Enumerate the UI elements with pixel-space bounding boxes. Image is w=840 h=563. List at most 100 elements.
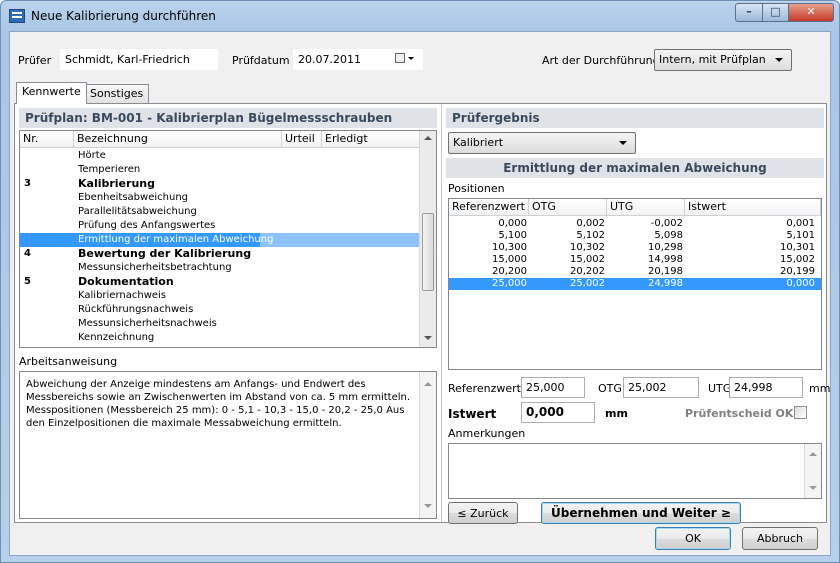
tab-sonstiges[interactable]: Sonstiges xyxy=(84,84,150,104)
table-row[interactable]: Parallelitätsabweichung xyxy=(20,205,420,219)
table-row[interactable]: Messunsicherheitsnachweis xyxy=(20,317,420,331)
table-cell: 15,000 xyxy=(492,254,527,265)
table-cell: 5,100 xyxy=(498,230,527,241)
table-cell: 0,000 xyxy=(786,278,815,289)
table-row[interactable]: 20,200 20,202 20,198 20,199 xyxy=(449,266,821,278)
arbeitsanweisung-scrollbar[interactable] xyxy=(419,372,436,518)
arbeitsanweisung-label: Arbeitsanweisung xyxy=(19,355,118,368)
table-row[interactable]: 5 Dokumentation xyxy=(20,275,420,289)
table-row[interactable]: Messunsicherheitsbetrachtung xyxy=(20,261,420,275)
col-urteil[interactable]: Urteil xyxy=(282,131,322,148)
table-row[interactable]: 0,000 0,002 -0,002 0,001 xyxy=(449,218,821,230)
utg-label: UTG xyxy=(708,382,732,395)
positionen-label: Positionen xyxy=(448,182,505,195)
table-cell: 20,202 xyxy=(570,266,605,277)
table-cell: 10,298 xyxy=(648,242,683,253)
minimize-button[interactable]: – xyxy=(735,3,763,22)
table-row[interactable]: Rückführungsnachweis xyxy=(20,303,420,317)
dialog-client: Prüfer Schmidt, Karl-Friedrich Prüfdatum… xyxy=(9,31,831,556)
table-cell: 15,002 xyxy=(780,254,815,265)
pruefergebnis-title: Prüfergebnis xyxy=(446,108,824,128)
table-cell: 25,000 xyxy=(492,278,527,289)
table-cell: 20,200 xyxy=(492,266,527,277)
row-label: Kennzeichnung xyxy=(78,332,155,343)
maximize-button[interactable]: □ xyxy=(762,3,789,22)
table-row[interactable]: Prüfung des Anfangswertes xyxy=(20,219,420,233)
row-nr: 3 xyxy=(24,178,31,189)
table-row[interactable]: Ebenheitsabweichung xyxy=(20,191,420,205)
section-title: Ermittlung der maximalen Abweichung xyxy=(446,158,824,178)
table-row[interactable]: Kennzeichnung xyxy=(20,331,420,345)
row-label: Temperieren xyxy=(78,164,141,175)
pruefer-label: Prüfer xyxy=(18,54,52,67)
abbruch-button[interactable]: Abbruch xyxy=(742,527,818,550)
table-cell: 0,002 xyxy=(576,218,605,229)
dialog-window: Neue Kalibrierung durchführen – □ ✕ Prüf… xyxy=(0,0,840,563)
referenzwert-label: Referenzwert xyxy=(448,382,521,395)
art-select-value: Intern, mit Prüfplan xyxy=(659,53,766,66)
row-label: Bewertung der Kalibrierung xyxy=(78,247,252,260)
row-label: Kalibriernachweis xyxy=(78,290,167,301)
scroll-up-icon[interactable] xyxy=(809,452,817,456)
col-erledigt[interactable]: Erledigt xyxy=(322,131,420,148)
table-row[interactable]: 25,000 25,002 24,998 0,000 xyxy=(449,278,821,290)
zurueck-button[interactable]: ≤ Zurück xyxy=(448,502,518,524)
pruefer-field[interactable]: Schmidt, Karl-Friedrich xyxy=(60,49,218,70)
table-row[interactable]: Ermittlung der maximalen Abweichung xyxy=(20,233,420,247)
scroll-down-icon[interactable] xyxy=(424,336,432,340)
table-row[interactable]: 4 Bewertung der Kalibrierung xyxy=(20,247,420,261)
utg-field[interactable]: 24,998 xyxy=(729,377,803,398)
art-label: Art der Durchführung xyxy=(542,54,660,67)
scroll-down-icon[interactable] xyxy=(809,486,817,490)
col-otg[interactable]: OTG xyxy=(529,199,607,216)
chevron-down-icon[interactable] xyxy=(408,57,414,60)
splitter[interactable] xyxy=(441,104,442,522)
row-label: Dokumentation xyxy=(78,275,174,288)
pruefentscheid-checkbox[interactable] xyxy=(794,406,807,419)
table-row[interactable]: 5,100 5,102 5,098 5,101 xyxy=(449,230,821,242)
col-utg[interactable]: UTG xyxy=(607,199,685,216)
tab-kennwerte[interactable]: Kennwerte xyxy=(16,82,87,104)
otg-field[interactable]: 25,002 xyxy=(623,377,699,398)
table-row[interactable]: Kalibriernachweis xyxy=(20,289,420,303)
table-row[interactable]: Hörte xyxy=(20,149,420,163)
table-cell: 5,102 xyxy=(576,230,605,241)
unit-mm: mm xyxy=(809,382,831,395)
uebernehmen-weiter-button[interactable]: Übernehmen und Weiter ≥ xyxy=(541,502,741,524)
scroll-down-icon[interactable] xyxy=(424,504,432,508)
positionen-table[interactable]: Referenzwert OTG UTG Istwert 0,000 0,002 -… xyxy=(448,198,822,370)
table-row[interactable]: 10,300 10,302 10,298 10,301 xyxy=(449,242,821,254)
istwert-field[interactable]: 0,000 xyxy=(521,402,595,423)
calendar-icon[interactable] xyxy=(395,53,405,63)
table-cell: 20,199 xyxy=(780,266,815,277)
table-row[interactable]: 3 Kalibrierung xyxy=(20,177,420,191)
pruefplan-scrollbar[interactable] xyxy=(419,131,436,347)
row-label: Ebenheitsabweichung xyxy=(78,192,188,203)
col-bezeichnung[interactable]: Bezeichnung xyxy=(74,131,282,148)
scroll-up-icon[interactable] xyxy=(424,136,432,140)
anmerkungen-textarea[interactable] xyxy=(448,443,822,499)
anmerkungen-scrollbar[interactable] xyxy=(804,444,821,498)
table-row[interactable]: 15,000 15,002 14,998 15,002 xyxy=(449,254,821,266)
pruefplan-list[interactable]: Nr. Bezeichnung Urteil Erledigt Hörte Tem… xyxy=(19,130,437,348)
tab-content: Prüfplan: BM-001 - Kalibrierplan Bügelme… xyxy=(14,103,831,524)
pruefplan-title: Prüfplan: BM-001 - Kalibrierplan Bügelme… xyxy=(19,108,437,128)
table-cell: 5,101 xyxy=(786,230,815,241)
scroll-up-icon[interactable] xyxy=(424,382,432,386)
arbeitsanweisung-text: Abweichung der Anzeige mindestens am Anf… xyxy=(26,379,411,429)
col-nr[interactable]: Nr. xyxy=(20,131,74,148)
row-nr: 4 xyxy=(24,248,31,259)
title-bar[interactable]: Neue Kalibrierung durchführen – □ ✕ xyxy=(1,1,839,31)
referenzwert-field[interactable]: 25,000 xyxy=(521,377,585,398)
status-select[interactable]: Kalibriert xyxy=(448,132,636,154)
close-button[interactable]: ✕ xyxy=(788,3,834,22)
table-cell: 0,001 xyxy=(786,218,815,229)
table-row[interactable]: Temperieren xyxy=(20,163,420,177)
app-icon xyxy=(9,9,25,23)
col-istwert[interactable]: Istwert xyxy=(685,199,821,216)
scrollbar-thumb[interactable] xyxy=(422,213,434,291)
col-referenzwert[interactable]: Referenzwert xyxy=(449,199,529,216)
arbeitsanweisung-textarea[interactable]: Abweichung der Anzeige mindestens am Anf… xyxy=(19,371,437,519)
ok-button[interactable]: OK xyxy=(655,527,731,550)
art-select[interactable]: Intern, mit Prüfplan xyxy=(654,49,792,71)
